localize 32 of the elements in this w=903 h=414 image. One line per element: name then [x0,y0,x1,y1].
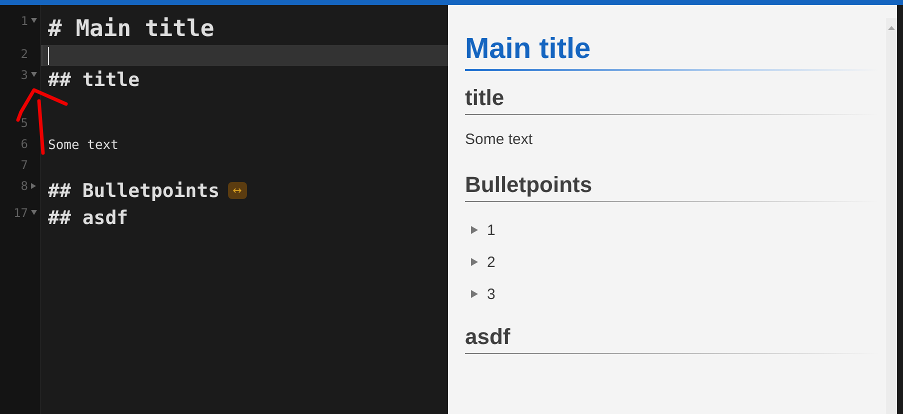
heading-line: # Main title [48,16,214,42]
fold-caret-icon[interactable] [30,210,36,215]
list-item: 2 [487,254,496,270]
line-number: 6 [20,137,28,151]
preview-paragraph: Some text [465,131,534,148]
fold-caret-icon[interactable] [31,183,36,189]
heading-line: ## title [48,68,140,90]
preview-heading: Bulletpoints [465,172,878,202]
preview-heading: title [465,85,878,115]
heading-line: ## asdf [48,206,128,228]
line-number: 7 [20,158,28,172]
code-line: Some text [48,138,118,153]
heading-line: ## Bulletpoints [48,180,220,202]
line-number: 5 [20,116,28,130]
preview-title: Main title [465,33,878,71]
line-number: 3 [20,68,28,82]
line-number: 8 [20,179,28,193]
triangle-icon[interactable] [471,226,478,234]
scrollbar[interactable] [886,18,897,414]
text-cursor [48,46,49,64]
line-number: 2 [20,47,28,61]
line-number: 1 [20,14,28,28]
fold-badge[interactable]: ↔ [228,182,247,199]
scroll-up-icon[interactable] [888,26,895,30]
triangle-icon[interactable] [471,258,478,266]
fold-caret-icon[interactable] [30,72,36,77]
preview-heading: asdf [465,324,878,354]
list-item: 3 [487,286,496,302]
line-number: 17 [14,206,28,220]
triangle-icon[interactable] [471,290,478,298]
fold-caret-icon[interactable] [30,18,36,23]
list-item: 1 [487,222,496,238]
